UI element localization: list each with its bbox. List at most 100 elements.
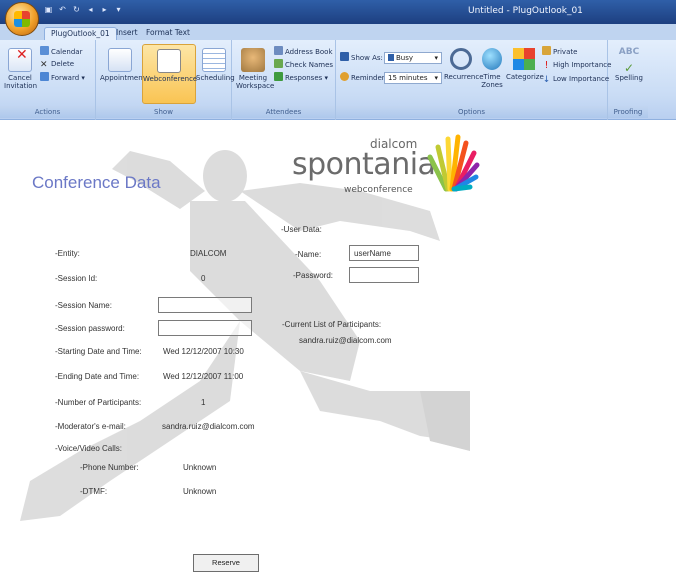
webconference-label: Webconference: [143, 75, 198, 83]
address-book-button[interactable]: Address Book: [274, 46, 333, 57]
calendar-label: Calendar: [51, 48, 83, 56]
moderator-email-value: sandra.ruiz@dialcom.com: [162, 422, 255, 431]
reminder-dropdown[interactable]: 15 minutes ▾: [384, 72, 442, 84]
ribbon-tabs: PlugOutlook_01 Insert Format Text: [0, 24, 676, 40]
starting-date-value: Wed 12/12/2007 10:30: [163, 347, 244, 356]
back-icon[interactable]: ◂: [86, 5, 95, 15]
password-input[interactable]: [349, 267, 419, 283]
reserve-conference-button[interactable]: Reserve Conference: [193, 554, 259, 572]
delete-button[interactable]: ✕ Delete: [40, 59, 74, 70]
show-as-value: Busy: [396, 54, 414, 62]
meeting-workspace-button[interactable]: Meeting Workspace: [236, 48, 274, 90]
spontania-logo: dialcom spontania webconference: [292, 131, 492, 201]
address-book-icon: [274, 46, 283, 55]
session-id-value: 0: [201, 274, 206, 283]
high-importance-button[interactable]: ! High Importance: [542, 60, 611, 71]
scheduling-label: Scheduling: [196, 74, 235, 82]
spontania-burst-icon: [427, 134, 480, 192]
spelling-label: Spelling: [615, 74, 643, 82]
webconference-button[interactable]: Webconference: [142, 44, 198, 104]
quick-access-toolbar: ▣ ↶ ↻ ◂ ▸ ▾: [44, 5, 123, 15]
office-button[interactable]: [5, 2, 39, 36]
current-participants-label: -Current List of Participants:: [282, 320, 382, 329]
current-participants-value: sandra.ruiz@dialcom.com: [299, 336, 392, 345]
appointment-button[interactable]: Appointment: [100, 48, 145, 82]
ending-date-value: Wed 12/12/2007 11:00: [163, 372, 244, 381]
name-label: -Name:: [295, 250, 322, 259]
title-bar: ▣ ↶ ↻ ◂ ▸ ▾ Untitled - PlugOutlook_01: [0, 0, 676, 24]
entity-label: -Entity:: [55, 249, 80, 258]
reminder-bell-icon: [340, 72, 349, 81]
webconference-form-area: dialcom spontania webconference Conferen…: [0, 121, 676, 574]
reminder-label-wrap: Reminder:: [340, 72, 387, 83]
low-importance-label: Low Importance: [553, 75, 610, 83]
show-as-label: Show As:: [351, 54, 383, 62]
ending-date-label: -Ending Date and Time:: [55, 372, 140, 381]
responses-button[interactable]: Responses ▾: [274, 72, 328, 83]
check-names-button[interactable]: Check Names: [274, 59, 333, 70]
cancel-invitation-label: Cancel Invitation: [4, 74, 38, 90]
time-zones-button[interactable]: Time Zones: [478, 48, 506, 89]
appointment-icon: [108, 48, 132, 72]
low-importance-button[interactable]: ↓ Low Importance: [542, 74, 609, 85]
categorize-icon: [513, 48, 535, 70]
tab-plugoutlook[interactable]: PlugOutlook_01: [44, 27, 117, 40]
redo-icon[interactable]: ↻: [72, 5, 81, 15]
calendar-icon: [40, 46, 49, 55]
webconference-icon: [157, 49, 181, 73]
responses-icon: [274, 72, 283, 81]
private-button[interactable]: Private: [542, 46, 577, 57]
group-label-actions: Actions: [0, 106, 95, 118]
spelling-abc-icon: ABC: [618, 47, 640, 57]
group-label-proofing: Proofing: [608, 106, 648, 118]
dropdown-icon[interactable]: ▾: [114, 5, 123, 15]
chevron-down-icon: ▾: [434, 74, 438, 82]
password-label: -Password:: [293, 271, 334, 280]
group-proofing: ABC ✓ Spelling Proofing: [608, 40, 648, 120]
group-options: Show As: Busy ▾ Reminder: 15 minutes ▾ Rec…: [336, 40, 611, 120]
phone-number-label: -Phone Number:: [80, 463, 139, 472]
forward-button[interactable]: Forward ▾: [40, 72, 85, 83]
tab-format-text[interactable]: Format Text: [140, 27, 196, 40]
high-importance-icon: !: [544, 60, 549, 71]
window-title: Untitled - PlugOutlook_01: [468, 6, 583, 16]
group-actions: ✕ Cancel Invitation Calendar ✕ Delete For…: [0, 40, 96, 120]
user-data-label: -User Data:: [281, 225, 322, 234]
forward-label: Forward: [51, 74, 80, 82]
show-as-dropdown[interactable]: Busy ▾: [384, 52, 442, 64]
recurrence-icon: [450, 48, 472, 70]
save-icon[interactable]: ▣: [44, 5, 53, 15]
check-names-label: Check Names: [285, 61, 334, 69]
brand-webconference: webconference: [344, 185, 413, 195]
session-name-label: -Session Name:: [55, 301, 112, 310]
group-show: Appointment Webconference Scheduling Sho…: [96, 40, 235, 120]
address-book-label: Address Book: [285, 48, 333, 56]
low-importance-icon: ↓: [542, 75, 551, 85]
session-password-label: -Session password:: [55, 324, 125, 333]
group-label-options: Options: [336, 106, 607, 118]
undo-icon[interactable]: ↶: [58, 5, 67, 15]
dtmf-value: Unknown: [183, 487, 217, 496]
name-input[interactable]: [349, 245, 419, 261]
checkmark-icon: ✓: [623, 61, 635, 75]
categorize-button[interactable]: Categorize: [506, 48, 544, 81]
session-password-input[interactable]: [158, 320, 252, 336]
office-logo-icon: [14, 11, 30, 27]
recurrence-button[interactable]: Recurrence: [444, 48, 484, 81]
calendar-button[interactable]: Calendar: [40, 46, 82, 57]
scheduling-button[interactable]: Scheduling: [196, 48, 235, 82]
delete-label: Delete: [51, 60, 74, 68]
forward-icon[interactable]: ▸: [100, 5, 109, 15]
dtmf-label: -DTMF:: [80, 487, 108, 496]
cancel-invitation-button[interactable]: ✕ Cancel Invitation: [4, 48, 38, 90]
session-name-input[interactable]: [158, 297, 252, 313]
cancel-invitation-icon: ✕: [8, 48, 32, 72]
tab-insert[interactable]: Insert: [110, 27, 144, 40]
meeting-workspace-icon: [241, 48, 265, 72]
chevron-down-icon: ▾: [434, 54, 438, 62]
delete-icon: ✕: [40, 60, 48, 70]
reminder-label: Reminder:: [351, 74, 387, 82]
spelling-button[interactable]: ABC ✓ Spelling: [612, 47, 646, 83]
participants-count-value: 1: [201, 398, 206, 407]
group-label-attendees: Attendees: [232, 106, 335, 118]
